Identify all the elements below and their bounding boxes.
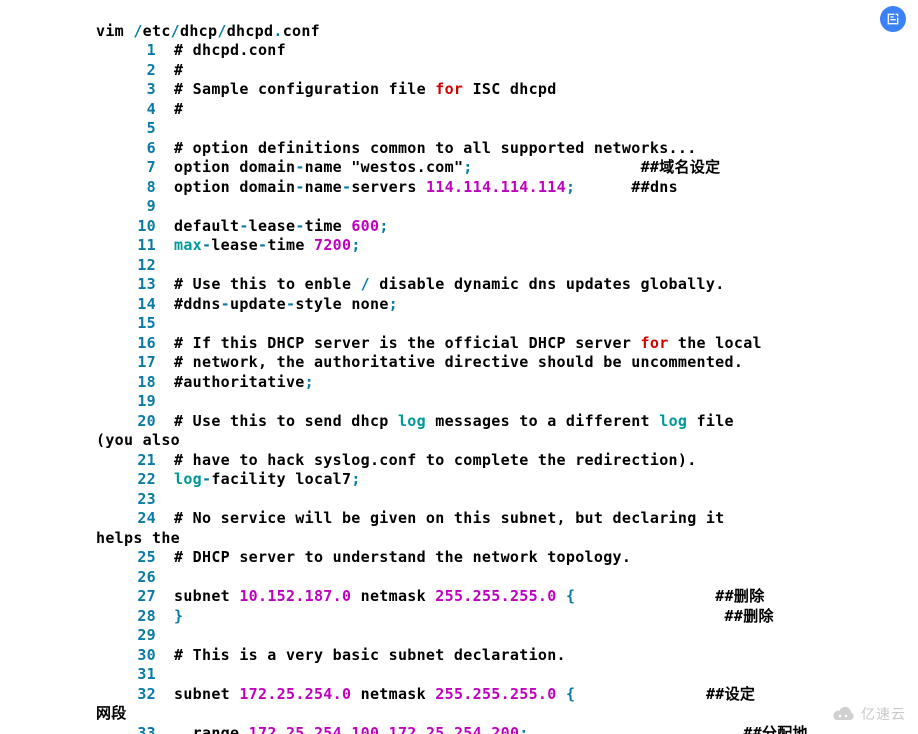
- line-number: 6: [96, 139, 156, 159]
- code-line: # dhcpd.conf: [174, 41, 286, 59]
- line-number: 21: [96, 451, 156, 471]
- line-number: 29: [96, 626, 156, 646]
- code-line: # No service will be given on this subne…: [174, 509, 734, 527]
- code-line: # option definitions common to all suppo…: [174, 139, 697, 157]
- code-line: #: [174, 100, 183, 118]
- code-line: range 172.25.254.100 172.25.254.200; ##分…: [174, 724, 808, 734]
- vim-command: vim /etc/dhcp/dhcpd.conf: [96, 22, 320, 40]
- line-number: 11: [96, 236, 156, 256]
- cloud-icon: [831, 705, 857, 723]
- line-number: 13: [96, 275, 156, 295]
- code-line: # Use this to send dhcp log messages to …: [174, 412, 743, 430]
- line-number: 31: [96, 665, 156, 685]
- line-number: 32: [96, 685, 156, 705]
- line-number: 12: [96, 256, 156, 276]
- line-number: 18: [96, 373, 156, 393]
- code-line: # Sample configuration file for ISC dhcp…: [174, 80, 557, 98]
- code-line: default-lease-time 600;: [174, 217, 389, 235]
- code-line-wrap: helps the: [96, 529, 180, 547]
- watermark-text: 亿速云: [861, 704, 906, 724]
- line-number: 14: [96, 295, 156, 315]
- line-number: 23: [96, 490, 156, 510]
- line-number: 10: [96, 217, 156, 237]
- line-number: 2: [96, 61, 156, 81]
- line-number: 26: [96, 568, 156, 588]
- line-number: 8: [96, 178, 156, 198]
- code-line: max-lease-time 7200;: [174, 236, 361, 254]
- code-line: # DHCP server to understand the network …: [174, 548, 631, 566]
- code-line-wrap: (you also: [96, 431, 180, 449]
- code-line: # If this DHCP server is the official DH…: [174, 334, 762, 352]
- line-number: 28: [96, 607, 156, 627]
- code-line: #ddns-update-style none;: [174, 295, 398, 313]
- line-number: 24: [96, 509, 156, 529]
- code-line: # network, the authoritative directive s…: [174, 353, 743, 371]
- line-number: 4: [96, 100, 156, 120]
- line-number: 7: [96, 158, 156, 178]
- code-line: # This is a very basic subnet declaratio…: [174, 646, 566, 664]
- code-line: } ##删除: [174, 607, 774, 625]
- line-number: 19: [96, 392, 156, 412]
- line-number: 20: [96, 412, 156, 432]
- line-number: 33: [96, 724, 156, 734]
- line-number: 30: [96, 646, 156, 666]
- code-block: vim /etc/dhcp/dhcpd.conf 1 # dhcpd.conf 2…: [0, 0, 918, 734]
- code-line: option domain-name "westos.com"; ##域名设定: [174, 158, 720, 176]
- line-number: 15: [96, 314, 156, 334]
- line-number: 3: [96, 80, 156, 100]
- code-line: #: [174, 61, 183, 79]
- line-number: 5: [96, 119, 156, 139]
- line-number: 17: [96, 353, 156, 373]
- assistant-badge-icon[interactable]: [880, 6, 906, 32]
- line-number: 27: [96, 587, 156, 607]
- code-line: # have to hack syslog.conf to complete t…: [174, 451, 697, 469]
- code-line: #authoritative;: [174, 373, 314, 391]
- code-line-wrap: 网段: [96, 704, 127, 722]
- watermark: 亿速云: [831, 704, 906, 724]
- code-line: # Use this to enble / disable dynamic dn…: [174, 275, 725, 293]
- line-number: 9: [96, 197, 156, 217]
- line-number: 1: [96, 41, 156, 61]
- code-line: subnet 10.152.187.0 netmask 255.255.255.…: [174, 587, 765, 605]
- code-line: option domain-name-servers 114.114.114.1…: [174, 178, 678, 196]
- line-number: 16: [96, 334, 156, 354]
- code-line: subnet 172.25.254.0 netmask 255.255.255.…: [174, 685, 755, 703]
- code-line: log-facility local7;: [174, 470, 361, 488]
- line-number: 22: [96, 470, 156, 490]
- line-number: 25: [96, 548, 156, 568]
